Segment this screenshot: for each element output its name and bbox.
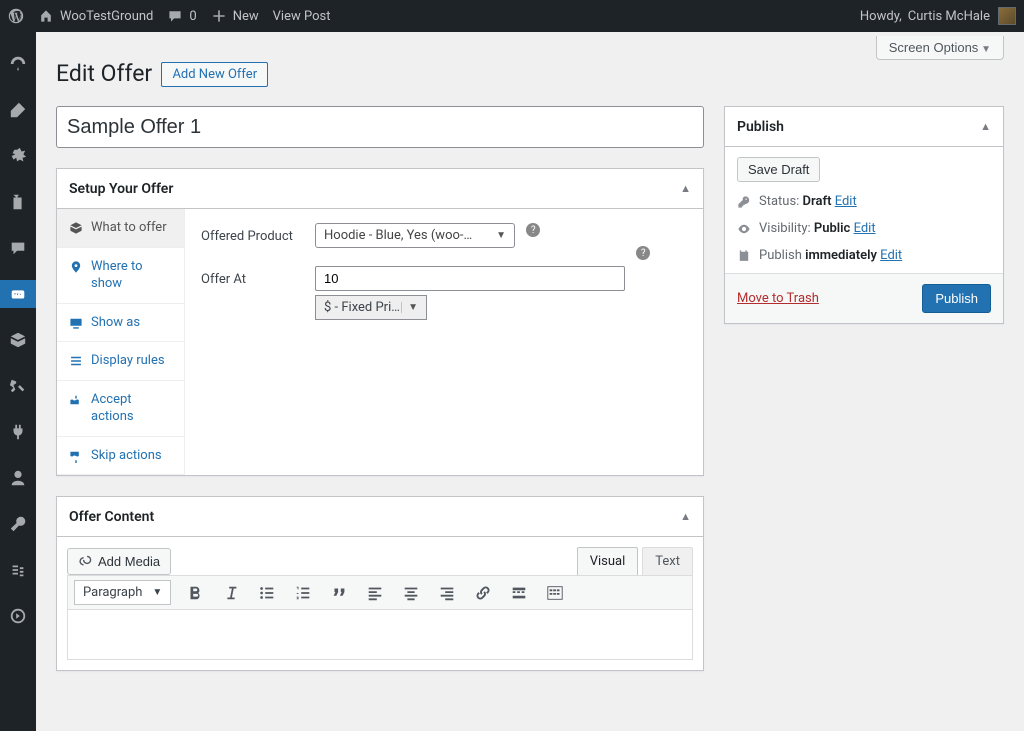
offer-at-mode-value: $ - Fixed Price [324, 300, 401, 315]
menu-media[interactable] [0, 142, 36, 170]
new-label: New [233, 9, 259, 24]
align-right-button[interactable] [435, 581, 459, 605]
content-wrap: Screen Options Edit Offer Add New Offer … [36, 32, 1024, 731]
align-center-button[interactable] [399, 581, 423, 605]
add-media-button[interactable]: Add Media [67, 548, 171, 575]
number-list-button[interactable] [291, 581, 315, 605]
setup-panel: Offered Product Hoodie - Blue, Yes (woo-… [185, 209, 703, 475]
publish-button[interactable]: Publish [922, 284, 991, 313]
howdy-prefix: Howdy, [860, 9, 902, 24]
save-draft-button[interactable]: Save Draft [737, 157, 820, 182]
tab-skip-actions[interactable]: Skip actions [57, 437, 184, 476]
page-title: Edit Offer [56, 60, 152, 87]
publish-box: Publish ▲ Save Draft Status: Draft Edit … [724, 106, 1004, 324]
tab-visual[interactable]: Visual [577, 547, 639, 575]
comments-count: 0 [189, 9, 196, 24]
menu-tools[interactable] [0, 510, 36, 538]
screen-options: Screen Options [876, 36, 1004, 60]
menu-settings[interactable] [0, 556, 36, 584]
offer-content-heading: Offer Content [69, 509, 154, 525]
wp-logo[interactable] [8, 8, 24, 24]
status-row: Status: Draft Edit [737, 194, 991, 209]
comments-link[interactable]: 0 [167, 8, 196, 24]
editor-toolbar: Paragraph▼ [67, 575, 693, 610]
publish-time-value: immediately [805, 248, 877, 263]
menu-woocommerce[interactable] [0, 280, 36, 308]
help-icon[interactable]: ? [636, 246, 650, 260]
menu-users[interactable] [0, 464, 36, 492]
visibility-row: Visibility: Public Edit [737, 221, 991, 236]
user-name: Curtis McHale [908, 9, 990, 24]
menu-pages[interactable] [0, 188, 36, 216]
toolbar-toggle-button[interactable] [543, 581, 567, 605]
tab-display-rules[interactable]: Display rules [57, 342, 184, 381]
add-new-offer-button[interactable]: Add New Offer [161, 62, 268, 87]
offer-at-label: Offer At [201, 266, 301, 287]
setup-offer-heading: Setup Your Offer [69, 181, 173, 197]
tab-what-to-offer[interactable]: What to offer [57, 209, 184, 248]
tab-where-to-show[interactable]: Where to show [57, 248, 184, 304]
visibility-value: Public [814, 221, 850, 236]
offered-product-select[interactable]: Hoodie - Blue, Yes (woo-… ▼ [315, 223, 515, 248]
admin-bar: WooTestGround 0 New View Post Howdy, Cur… [0, 0, 1024, 32]
eye-icon [737, 222, 751, 236]
tab-show-as[interactable]: Show as [57, 304, 184, 343]
help-icon[interactable]: ? [526, 223, 540, 237]
status-value: Draft [803, 194, 832, 209]
collapse-icon[interactable]: ▲ [680, 182, 691, 195]
bold-button[interactable] [183, 581, 207, 605]
publish-heading: Publish [737, 119, 784, 135]
avatar[interactable] [998, 7, 1016, 25]
view-post[interactable]: View Post [273, 9, 331, 24]
admin-menu [0, 32, 36, 731]
key-icon [737, 195, 751, 209]
publish-time-row: Publish immediately Edit [737, 248, 991, 263]
site-name-text: WooTestGround [60, 9, 153, 24]
calendar-icon [737, 249, 751, 263]
menu-plugins[interactable] [0, 418, 36, 446]
move-to-trash-link[interactable]: Move to Trash [737, 291, 819, 306]
blockquote-button[interactable] [327, 581, 351, 605]
offered-product-label: Offered Product [201, 223, 301, 244]
editor-canvas[interactable] [67, 610, 693, 660]
menu-posts[interactable] [0, 96, 36, 124]
new-content[interactable]: New [211, 8, 259, 24]
menu-dashboard[interactable] [0, 50, 36, 78]
link-button[interactable] [471, 581, 495, 605]
menu-products[interactable] [0, 326, 36, 354]
tab-accept-actions[interactable]: Accept actions [57, 381, 184, 437]
offer-at-input[interactable] [315, 266, 625, 291]
align-left-button[interactable] [363, 581, 387, 605]
collapse-icon[interactable]: ▲ [680, 510, 691, 523]
setup-offer-box: Setup Your Offer ▲ What to offer Where t… [56, 168, 704, 476]
post-title-input[interactable] [56, 106, 704, 148]
screen-options-toggle[interactable]: Screen Options [876, 36, 1004, 60]
paragraph-select[interactable]: Paragraph▼ [74, 580, 171, 605]
edit-status-link[interactable]: Edit [835, 194, 857, 209]
edit-publish-time-link[interactable]: Edit [880, 248, 902, 263]
chevron-down-icon: ▼ [496, 230, 506, 241]
edit-visibility-link[interactable]: Edit [854, 221, 876, 236]
menu-appearance[interactable] [0, 372, 36, 400]
menu-comments[interactable] [0, 234, 36, 262]
italic-button[interactable] [219, 581, 243, 605]
offer-content-box: Offer Content ▲ Add Media Visual Text [56, 496, 704, 671]
tab-text[interactable]: Text [642, 547, 693, 575]
bullet-list-button[interactable] [255, 581, 279, 605]
site-name[interactable]: WooTestGround [38, 8, 153, 24]
menu-collapse[interactable] [0, 602, 36, 630]
offered-product-value: Hoodie - Blue, Yes (woo-… [324, 228, 472, 243]
collapse-icon[interactable]: ▲ [980, 120, 991, 133]
offer-at-mode-select[interactable]: $ - Fixed Price ▼ [315, 295, 427, 320]
readmore-button[interactable] [507, 581, 531, 605]
chevron-down-icon: ▼ [401, 302, 418, 313]
my-account[interactable]: Howdy, Curtis McHale [860, 9, 990, 24]
setup-tabs: What to offer Where to show Show as Disp… [57, 209, 185, 475]
